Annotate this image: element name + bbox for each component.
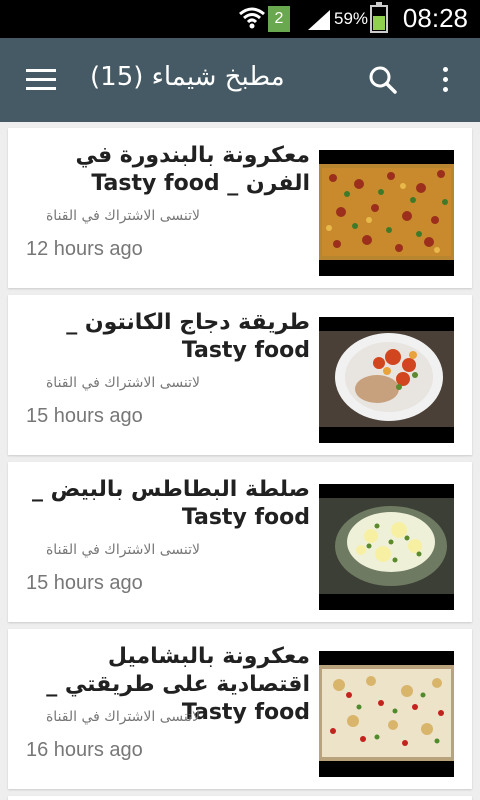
video-thumbnail[interactable] — [319, 651, 454, 777]
page-title: مطبخ شيماء (15) — [90, 62, 285, 92]
more-vert-icon[interactable] — [440, 67, 450, 95]
app-toolbar: مطبخ شيماء (15) — [0, 38, 480, 122]
battery-percent: 59% — [334, 9, 369, 28]
video-subtitle: لاتنسى الاشتراك في القناة — [45, 208, 200, 224]
clock: 08:28 — [402, 3, 468, 33]
video-timestamp: 15 hours ago — [26, 572, 143, 594]
video-thumbnail[interactable] — [319, 150, 454, 276]
video-thumbnail[interactable] — [319, 317, 454, 443]
video-title[interactable]: طريقة دجاج الكانتون _ Tasty food — [24, 309, 310, 365]
status-bar: 2 59% 08:28 — [0, 0, 480, 38]
list-item[interactable]: صلطة البطاطس بالبيض _ Tasty food لاتنسى … — [8, 462, 472, 622]
search-icon[interactable] — [368, 65, 398, 95]
battery-level — [373, 15, 385, 30]
video-timestamp: 15 hours ago — [26, 405, 143, 427]
video-title[interactable]: معكرونة بالبندورة في الفرن _ Tasty food — [24, 142, 310, 198]
list-item[interactable]: معكرونة بالبشاميل اقتصادية على طريقتي _ … — [8, 629, 472, 789]
video-timestamp: 16 hours ago — [26, 739, 143, 761]
wifi-icon — [239, 7, 265, 29]
video-subtitle: لاتنسى الاشتراك في القناة — [45, 709, 200, 725]
list-item[interactable] — [8, 796, 472, 800]
list-item[interactable]: معكرونة بالبندورة في الفرن _ Tasty food … — [8, 128, 472, 288]
video-subtitle: لاتنسى الاشتراك في القناة — [45, 542, 200, 558]
video-thumbnail[interactable] — [319, 484, 454, 610]
battery-icon — [370, 2, 388, 33]
notification-badge: 2 — [268, 6, 290, 32]
video-subtitle: لاتنسى الاشتراك في القناة — [45, 375, 200, 391]
video-timestamp: 12 hours ago — [26, 238, 143, 260]
list-item[interactable]: طريقة دجاج الكانتون _ Tasty food لاتنسى … — [8, 295, 472, 455]
hamburger-menu-icon[interactable] — [26, 69, 56, 91]
video-title[interactable]: صلطة البطاطس بالبيض _ Tasty food — [24, 476, 310, 532]
signal-icon — [308, 10, 330, 30]
